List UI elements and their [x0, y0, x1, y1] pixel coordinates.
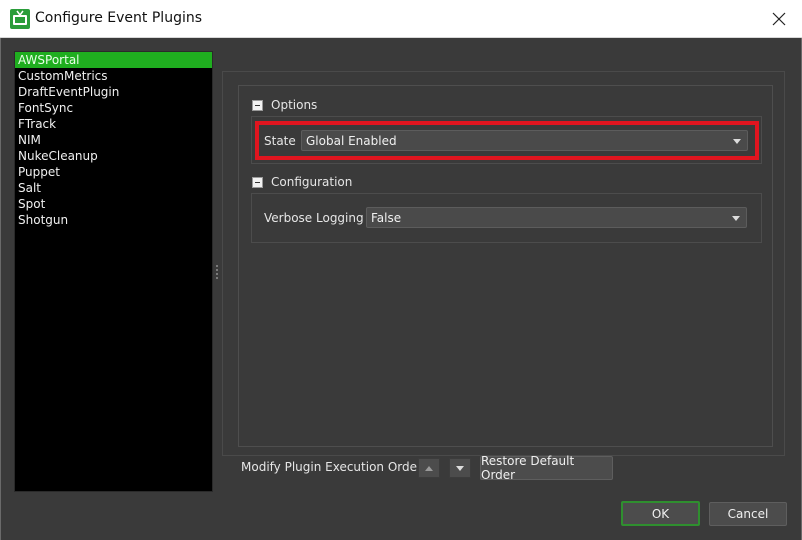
configuration-group-header[interactable]: Configuration	[252, 174, 352, 190]
window-border-left	[0, 38, 1, 540]
move-down-button[interactable]	[449, 458, 471, 478]
arrow-down-icon	[456, 465, 464, 471]
annotation-highlight-box	[255, 121, 759, 160]
move-up-button[interactable]	[418, 458, 440, 478]
verbose-logging-label: Verbose Logging	[264, 211, 364, 225]
verbose-logging-dropdown[interactable]: False	[366, 207, 747, 228]
plugin-list-item[interactable]: CustomMetrics	[15, 68, 212, 84]
plugin-list-item[interactable]: AWSPortal	[15, 52, 212, 68]
close-button[interactable]	[756, 0, 802, 38]
collapse-icon[interactable]	[252, 176, 263, 188]
close-icon	[772, 12, 786, 26]
cancel-button[interactable]: Cancel	[709, 502, 787, 526]
window-title: Configure Event Plugins	[35, 10, 203, 26]
collapse-icon[interactable]	[252, 99, 263, 111]
plugin-list-item[interactable]: Salt	[15, 180, 212, 196]
plugin-list-item[interactable]: Spot	[15, 196, 212, 212]
options-group-header[interactable]: Options	[252, 97, 317, 113]
options-group-label: Options	[271, 98, 318, 112]
restore-default-order-button[interactable]: Restore Default Order	[480, 454, 613, 482]
tv-app-icon	[10, 9, 30, 29]
plugin-list-item[interactable]: FontSync	[15, 100, 212, 116]
plugin-list-item[interactable]: NukeCleanup	[15, 148, 212, 164]
title-bar: Configure Event Plugins	[0, 0, 802, 38]
plugin-list-item[interactable]: FTrack	[15, 116, 212, 132]
plugin-list[interactable]: AWSPortal CustomMetrics DraftEventPlugin Fo…	[14, 51, 213, 492]
plugin-list-item[interactable]: Puppet	[15, 164, 212, 180]
dropdown-arrow-icon	[732, 216, 740, 221]
plugin-list-item[interactable]: NIM	[15, 132, 212, 148]
plugin-list-item[interactable]: DraftEventPlugin	[15, 84, 212, 100]
ok-button[interactable]: OK	[621, 501, 700, 526]
splitter-handle[interactable]	[215, 265, 218, 285]
configuration-group-label: Configuration	[271, 175, 353, 189]
verbose-logging-value: False	[371, 211, 402, 225]
execution-order-label: Modify Plugin Execution Order	[241, 460, 422, 474]
plugin-list-item[interactable]: Shotgun	[15, 212, 212, 228]
arrow-up-icon	[425, 465, 433, 471]
